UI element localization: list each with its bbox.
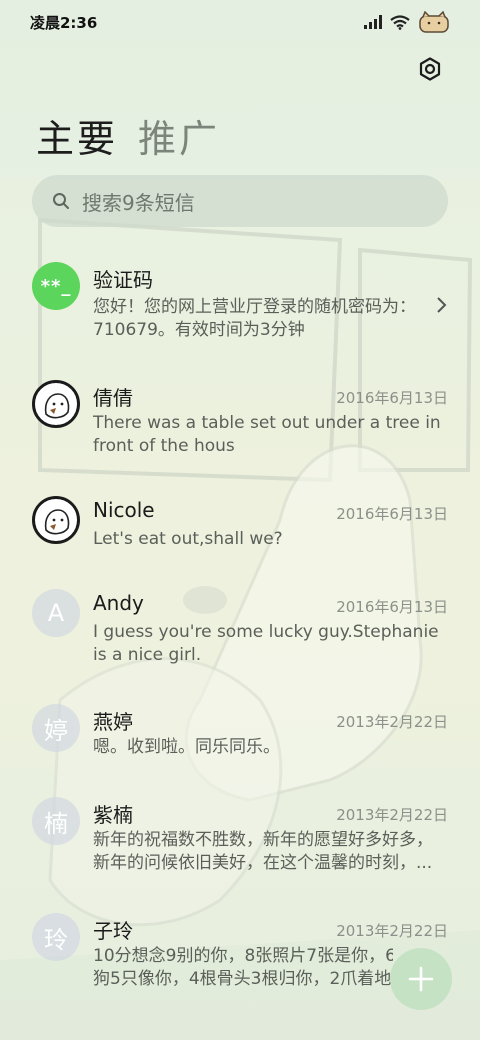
message-date: 2016年6月13日	[336, 505, 448, 523]
message-preview: 嗯。收到啦。同乐同乐。	[93, 736, 443, 759]
message-preview: There was a table set out under a tree i…	[93, 412, 443, 458]
avatar	[32, 496, 80, 544]
contact-name: 燕婷	[93, 710, 133, 734]
search-icon	[53, 193, 69, 209]
status-icons	[364, 11, 450, 33]
message-date: 2016年6月13日	[336, 598, 448, 616]
avatar-text: **_	[40, 275, 72, 297]
conversation-item[interactable]: A Andy 2016年6月13日 I guess you're some lu…	[0, 589, 480, 679]
avatar-text: 婷	[44, 716, 68, 745]
message-date: 2016年6月13日	[336, 389, 448, 407]
tab-bar: 主要 推广	[36, 108, 220, 163]
message-date: 2013年2月22日	[336, 806, 448, 824]
avatar: 婷	[32, 704, 80, 752]
contact-name: Andy	[93, 591, 144, 615]
preview-line: 新年的祝福数不胜数，新年的愿望好多好多，	[93, 830, 433, 850]
contact-name: Nicole	[93, 498, 155, 522]
conversation-item[interactable]: 婷 燕婷 2013年2月22日 嗯。收到啦。同乐同乐。	[0, 704, 480, 774]
preview-line: There was a table set out under a tree i…	[93, 413, 441, 433]
message-preview: 新年的祝福数不胜数，新年的愿望好多好多， 新年的问候依旧美好，在这个温馨的时刻，…	[93, 829, 443, 875]
avatar-text: A	[47, 599, 65, 627]
message-preview: I guess you're some lucky guy.Stephanie …	[93, 621, 443, 667]
avatar: 玲	[32, 913, 80, 961]
avatar-text: 玲	[44, 925, 68, 954]
preview-line: Let's eat out,shall we?	[93, 529, 283, 549]
search-placeholder: 搜索9条短信	[82, 190, 195, 215]
avatar: 楠	[32, 797, 80, 845]
message-date: 2013年2月22日	[336, 922, 448, 940]
search-bar[interactable]: 搜索9条短信	[32, 175, 448, 227]
preview-line: 嗯。收到啦。同乐同乐。	[93, 737, 280, 757]
tab-promotions[interactable]: 推广	[138, 108, 220, 163]
contact-name: 验证码	[93, 268, 153, 292]
avatar: A	[32, 589, 80, 637]
preview-line: 您好！您的网上营业厅登录的随机密码为：	[93, 297, 416, 317]
tab-primary[interactable]: 主要	[36, 108, 118, 163]
message-preview: 10分想念9别的你，8张照片7张是你，6 狗5只像你，4根骨头3根归你，2爪着地	[93, 945, 393, 991]
message-date: 2013年2月22日	[336, 713, 448, 731]
message-preview: 您好！您的网上营业厅登录的随机密码为： 710679。有效时间为3分钟	[93, 296, 443, 342]
avatar	[32, 380, 80, 428]
gear-icon	[419, 57, 441, 81]
new-message-button[interactable]	[390, 948, 452, 1010]
wifi-icon	[390, 14, 410, 30]
avatar: **_	[32, 262, 80, 310]
contact-name: 倩倩	[93, 386, 133, 410]
preview-line: 新年的问候依旧美好，在这个温馨的时刻，...	[93, 853, 433, 873]
preview-line: I guess you're some lucky guy.Stephanie	[93, 622, 439, 642]
chevron-right-icon[interactable]	[436, 296, 448, 314]
contact-name: 紫楠	[93, 803, 133, 827]
status-time: 凌晨2:36	[30, 13, 98, 32]
preview-line: 狗5只像你，4根骨头3根归你，2爪着地	[93, 969, 392, 989]
signal-icon	[364, 15, 382, 29]
status-bar: 凌晨2:36	[0, 0, 480, 44]
preview-line: is a nice girl.	[93, 645, 202, 665]
preview-line: 10分想念9别的你，8张照片7张是你，6	[93, 946, 393, 966]
conversation-item[interactable]: 倩倩 2016年6月13日 There was a table set out …	[0, 380, 480, 470]
battery-cat-icon	[419, 11, 449, 33]
avatar-text: 楠	[44, 809, 68, 838]
avatar-photo-icon	[36, 500, 76, 540]
preview-line: front of the hous	[93, 436, 235, 456]
conversation-item[interactable]: Nicole 2016年6月13日 Let's eat out,shall we…	[0, 496, 480, 566]
settings-button[interactable]	[416, 55, 444, 83]
preview-line: 710679。有效时间为3分钟	[93, 320, 305, 340]
conversation-item[interactable]: **_ 验证码 您好！您的网上营业厅登录的随机密码为： 710679。有效时间为…	[0, 258, 480, 358]
message-preview: Let's eat out,shall we?	[93, 528, 443, 551]
contact-name: 子玲	[93, 919, 133, 943]
plus-icon	[408, 966, 434, 992]
avatar-photo-icon	[36, 384, 76, 424]
conversation-item[interactable]: 楠 紫楠 2013年2月22日 新年的祝福数不胜数，新年的愿望好多好多， 新年的…	[0, 797, 480, 887]
